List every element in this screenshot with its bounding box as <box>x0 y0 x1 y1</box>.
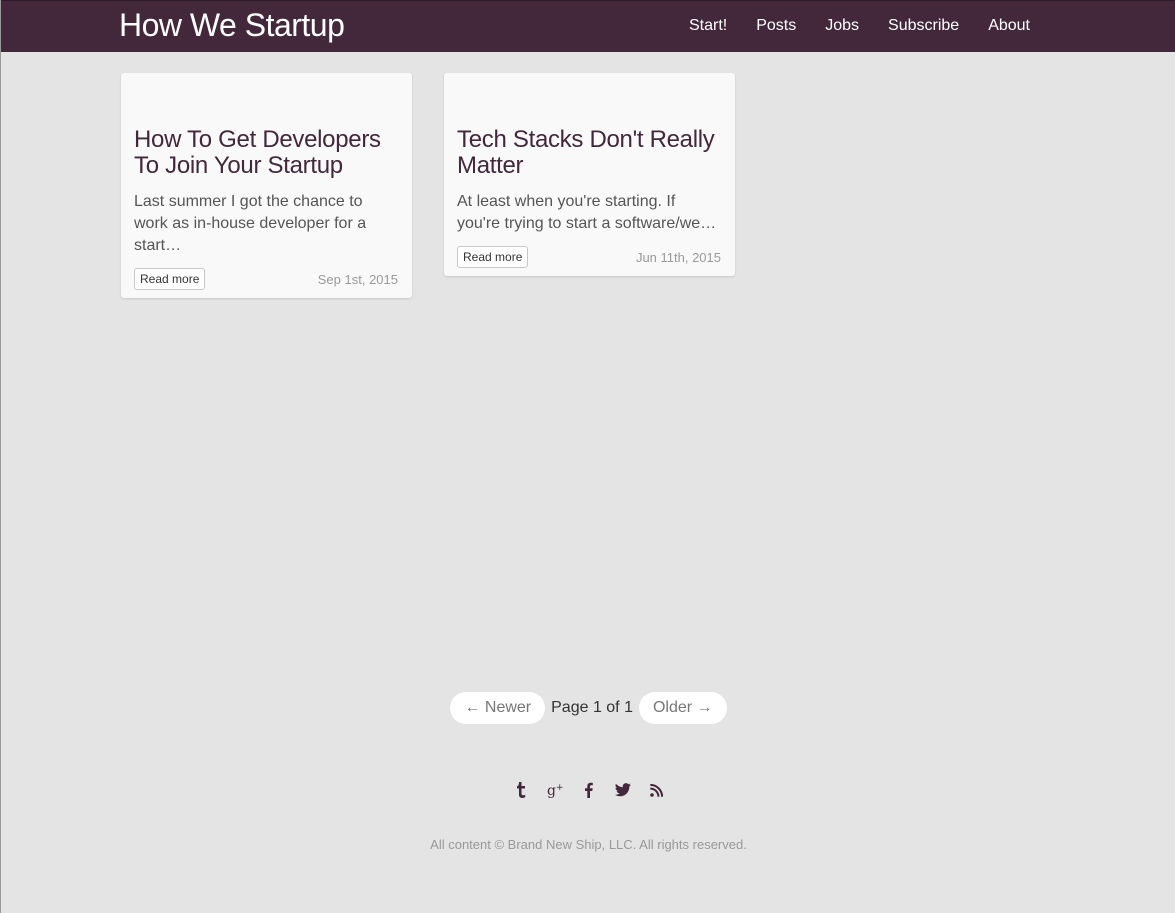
post-card-footer: Read more Jun 11th, 2015 <box>457 246 721 268</box>
main-nav: Start! Posts Jobs Subscribe About <box>660 17 1030 35</box>
post-date: Jun 11th, 2015 <box>635 250 721 265</box>
post-excerpt: Last summer I got the chance to work as … <box>134 193 367 254</box>
post-card-footer: Read more Sep 1st, 2015 <box>134 268 398 290</box>
copyright-text: All content © Brand New Ship, LLC. All r… <box>430 837 747 852</box>
twitter-icon[interactable] <box>614 780 631 800</box>
facebook-icon[interactable] <box>581 780 597 800</box>
read-more-button[interactable]: Read more <box>457 246 529 268</box>
post-excerpt: At least when you're starting. If you're… <box>457 193 717 232</box>
page: How We Startup Start! Posts Jobs Subscri… <box>0 0 1175 913</box>
svg-text:g: g <box>547 783 556 798</box>
nav-item-about[interactable]: About <box>988 17 1030 35</box>
nav-item-jobs[interactable]: Jobs <box>825 17 859 35</box>
google-plus-icon[interactable]: g + <box>547 780 563 800</box>
svg-text:+: + <box>556 783 563 793</box>
top-navbar: How We Startup Start! Posts Jobs Subscri… <box>1 0 1175 52</box>
rss-icon[interactable] <box>649 780 665 800</box>
older-posts-button[interactable]: Older → <box>638 692 727 724</box>
nav-item-subscribe[interactable]: Subscribe <box>888 17 959 35</box>
nav-item-start[interactable]: Start! <box>689 17 727 35</box>
read-more-button[interactable]: Read more <box>134 268 206 290</box>
post-card: How To Get Developers To Join Your Start… <box>121 73 412 298</box>
pagination: ← Newer Page 1 of 1 Older → <box>1 692 1175 726</box>
newer-posts-button[interactable]: ← Newer <box>450 692 546 724</box>
post-card: Tech Stacks Don't Really Matter At least… <box>444 73 735 276</box>
post-date: Sep 1st, 2015 <box>317 272 398 287</box>
nav-item-posts[interactable]: Posts <box>756 17 796 35</box>
social-links: g + <box>1 780 1175 800</box>
brand-logo-link[interactable]: How We Startup <box>119 7 345 44</box>
tumblr-icon[interactable] <box>513 780 529 800</box>
post-title[interactable]: Tech Stacks Don't Really Matter <box>457 127 722 179</box>
post-title[interactable]: How To Get Developers To Join Your Start… <box>134 127 399 179</box>
page-status: Page 1 of 1 <box>551 699 633 716</box>
